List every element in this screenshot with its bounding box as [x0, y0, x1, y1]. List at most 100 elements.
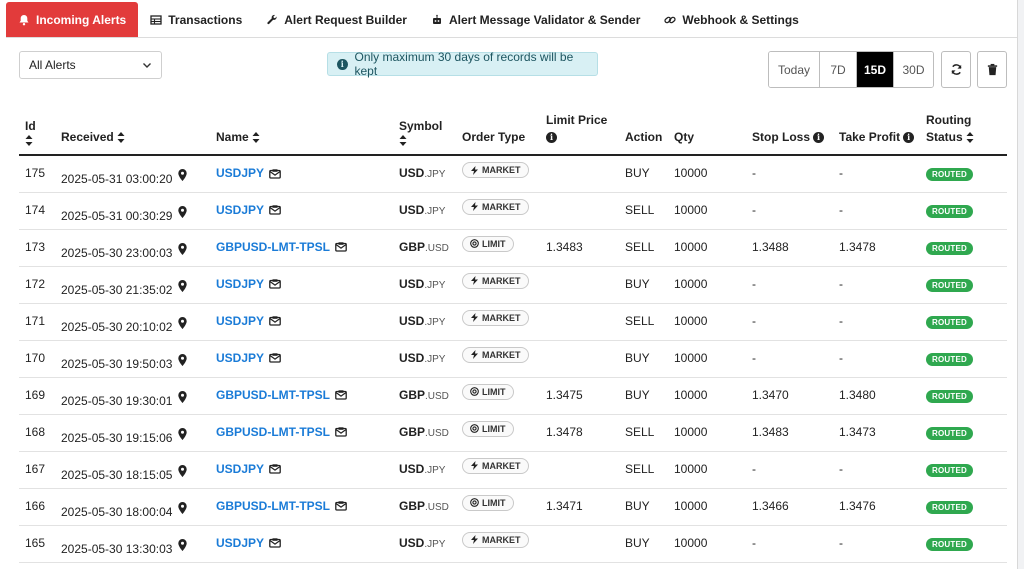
alert-name-link[interactable]: USDJPY [216, 277, 264, 291]
table-row[interactable]: 167 2025-05-30 18:15:05 USDJPY USD.JPY MARKE… [19, 451, 1007, 489]
cell-id: 165 [19, 525, 55, 563]
info-icon[interactable]: i [903, 132, 915, 144]
symbol-base: USD [399, 535, 425, 550]
envelope-icon[interactable] [269, 169, 281, 179]
alert-name-link[interactable]: GBPUSD-LMT-TPSL [216, 425, 330, 439]
received-time: 2025-05-31 03:00:20 [61, 172, 173, 186]
cell-received: 2025-05-30 19:15:06 [55, 414, 210, 452]
envelope-icon[interactable] [269, 279, 281, 289]
col-received-label: Received [61, 130, 114, 144]
cell-take-profit: 1.3476 [833, 488, 920, 526]
col-id-header[interactable]: Id [19, 112, 55, 156]
table-row[interactable]: 174 2025-05-31 00:30:29 USDJPY USD.JPY MARKE… [19, 192, 1007, 230]
delete-button[interactable] [977, 51, 1007, 88]
col-symbol-header[interactable]: Symbol [393, 112, 456, 156]
order-type-label: MARKET [482, 201, 521, 212]
envelope-icon[interactable] [269, 205, 281, 215]
table-row[interactable]: 170 2025-05-30 19:50:03 USDJPY USD.JPY MARKE… [19, 340, 1007, 378]
cell-limit-price [540, 340, 619, 378]
envelope-icon[interactable] [335, 242, 347, 252]
tab-webhook-settings[interactable]: Webhook & Settings [652, 2, 810, 37]
table-row[interactable]: 175 2025-05-31 03:00:20 USDJPY USD.JPY MARKE… [19, 155, 1007, 193]
table-row[interactable]: 171 2025-05-30 20:10:02 USDJPY USD.JPY MARKE… [19, 303, 1007, 341]
envelope-icon[interactable] [269, 464, 281, 474]
order-type-badge: MARKET [462, 531, 529, 548]
alert-filter-select[interactable]: All Alerts [19, 51, 162, 79]
status-badge: ROUTED [926, 204, 973, 218]
cell-routing-status: ROUTED [920, 303, 1007, 341]
col-received-header[interactable]: Received [55, 112, 210, 156]
cell-limit-price [540, 525, 619, 563]
col-order-type-label: Order Type [462, 130, 526, 144]
order-qty: 10000 [674, 461, 708, 476]
alert-name-link[interactable]: USDJPY [216, 314, 264, 328]
tab-transactions[interactable]: Transactions [138, 2, 254, 37]
envelope-icon[interactable] [335, 427, 347, 437]
alert-name-link[interactable]: USDJPY [216, 351, 264, 365]
table-row[interactable]: 173 2025-05-30 23:00:03 GBPUSD-LMT-TPSL GBP… [19, 229, 1007, 267]
cell-received: 2025-05-30 13:30:03 [55, 525, 210, 563]
envelope-icon[interactable] [269, 316, 281, 326]
cell-routing-status: ROUTED [920, 377, 1007, 415]
alert-id: 166 [25, 498, 46, 513]
order-type-label: MARKET [482, 460, 521, 471]
alert-name-link[interactable]: GBPUSD-LMT-TPSL [216, 499, 330, 513]
table-icon [150, 14, 162, 25]
alert-name-link[interactable]: USDJPY [216, 536, 264, 550]
alert-name-link[interactable]: USDJPY [216, 462, 264, 476]
order-action: BUY [625, 387, 650, 402]
alert-name-link[interactable]: USDJPY [216, 166, 264, 180]
table-body: 175 2025-05-31 03:00:20 USDJPY USD.JPY MARKE… [19, 155, 1007, 563]
table-row[interactable]: 169 2025-05-30 19:30:01 GBPUSD-LMT-TPSL GBP… [19, 377, 1007, 415]
cell-qty: 10000 [668, 192, 746, 230]
take-profit: 1.3473 [839, 424, 876, 439]
alert-name-link[interactable]: GBPUSD-LMT-TPSL [216, 388, 330, 402]
alert-name-link[interactable]: USDJPY [216, 203, 264, 217]
alert-name-link[interactable]: GBPUSD-LMT-TPSL [216, 240, 330, 254]
envelope-icon[interactable] [269, 538, 281, 548]
cell-id: 175 [19, 155, 55, 193]
order-action: SELL [625, 239, 655, 254]
info-icon[interactable]: i [546, 132, 557, 144]
cell-take-profit: - [833, 340, 920, 378]
cell-symbol: USD.JPY [393, 192, 456, 230]
range-today-button[interactable]: Today [769, 52, 819, 87]
cell-id: 170 [19, 340, 55, 378]
tab-bar: Incoming Alerts Transactions Alert Reque… [6, 2, 1017, 37]
cell-qty: 10000 [668, 155, 746, 193]
table-row[interactable]: 172 2025-05-30 21:35:02 USDJPY USD.JPY MARKE… [19, 266, 1007, 304]
tab-alert-request-builder[interactable]: Alert Request Builder [254, 2, 419, 37]
cell-routing-status: ROUTED [920, 155, 1007, 193]
envelope-icon[interactable] [335, 390, 347, 400]
cell-order-type: MARKET [456, 451, 540, 489]
limit-price [546, 156, 615, 166]
cell-stop-loss: - [746, 266, 833, 304]
col-name-header[interactable]: Name [210, 112, 393, 156]
table-row[interactable]: 165 2025-05-30 13:30:03 USDJPY USD.JPY MARKE… [19, 525, 1007, 563]
range-15d-button[interactable]: 15D [856, 52, 893, 87]
refresh-button[interactable] [941, 51, 971, 88]
order-type-label: MARKET [482, 312, 521, 323]
target-icon [470, 387, 479, 396]
stop-loss: - [752, 166, 756, 180]
cell-name: USDJPY [210, 155, 393, 193]
col-take-profit-label: Take Profit [839, 130, 901, 144]
tab-incoming-alerts[interactable]: Incoming Alerts [6, 2, 139, 37]
table-row[interactable]: 168 2025-05-30 19:15:06 GBPUSD-LMT-TPSL GBP… [19, 414, 1007, 452]
envelope-icon[interactable] [335, 501, 347, 511]
symbol-quote: .JPY [424, 464, 446, 476]
info-icon[interactable]: i [813, 132, 825, 144]
col-routing-status-header[interactable]: Routing Status [920, 112, 1007, 156]
table-row[interactable]: 166 2025-05-30 18:00:04 GBPUSD-LMT-TPSL GBP… [19, 488, 1007, 526]
cell-stop-loss: - [746, 340, 833, 378]
tab-alert-message-validator[interactable]: Alert Message Validator & Sender [419, 2, 652, 37]
range-30d-button[interactable]: 30D [893, 52, 933, 87]
table-header-row: Id Received Name Symbol Order Type Limit… [19, 112, 1007, 156]
order-type-label: LIMIT [482, 497, 506, 508]
alert-id: 174 [25, 202, 46, 217]
range-7d-button[interactable]: 7D [819, 52, 856, 87]
cell-action: BUY [619, 525, 668, 563]
cell-received: 2025-05-30 19:30:01 [55, 377, 210, 415]
cell-take-profit: 1.3478 [833, 229, 920, 267]
envelope-icon[interactable] [269, 353, 281, 363]
